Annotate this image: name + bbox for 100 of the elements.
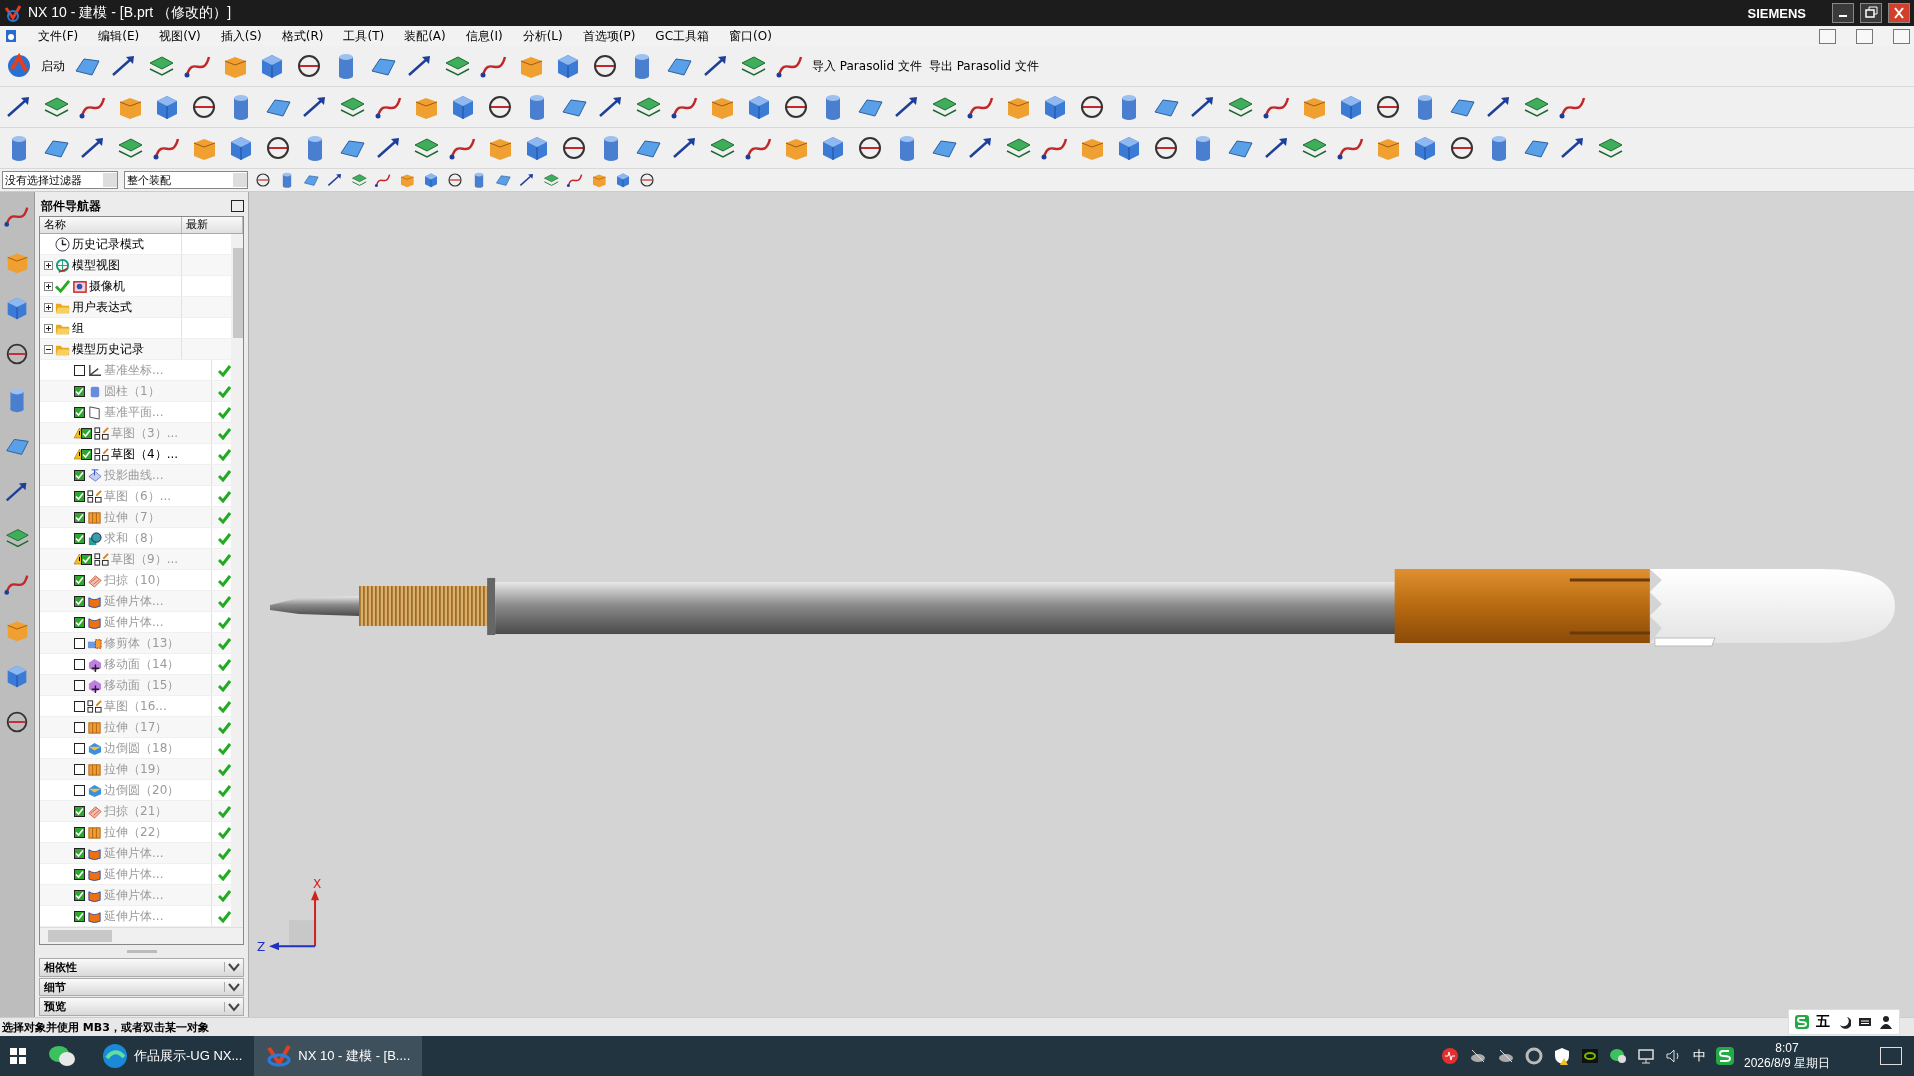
close-button[interactable] bbox=[1888, 3, 1910, 23]
cube-icon[interactable] bbox=[614, 171, 632, 189]
checkbox[interactable] bbox=[81, 553, 92, 565]
arrow-icon[interactable] bbox=[326, 171, 344, 189]
ime-logo-icon[interactable] bbox=[1715, 1047, 1734, 1065]
start-menu[interactable]: 启动 bbox=[41, 57, 65, 75]
circle-icon[interactable] bbox=[638, 171, 656, 189]
circle-icon[interactable] bbox=[254, 171, 272, 189]
checkbox[interactable] bbox=[74, 616, 85, 628]
panel-header[interactable]: 细节 bbox=[39, 977, 244, 997]
menu-item[interactable]: 格式(R) bbox=[281, 27, 324, 45]
menu-item[interactable]: 窗口(O) bbox=[729, 27, 772, 45]
curve-icon bbox=[87, 467, 102, 483]
cloud-icon[interactable] bbox=[1496, 1047, 1515, 1065]
arrow-icon[interactable] bbox=[518, 171, 536, 189]
recorder-icon[interactable] bbox=[1440, 1047, 1459, 1065]
checkbox[interactable] bbox=[74, 574, 85, 586]
panel-header[interactable]: 相依性 bbox=[39, 958, 244, 977]
moon-icon[interactable] bbox=[1837, 1015, 1851, 1029]
expander-toggle[interactable] bbox=[44, 323, 53, 333]
tree-item[interactable]: 摄像机 bbox=[89, 277, 125, 295]
cloud-icon[interactable] bbox=[1468, 1047, 1487, 1065]
expander-toggle[interactable] bbox=[44, 302, 53, 312]
checkbox[interactable] bbox=[74, 784, 85, 796]
pen-model-drawing[interactable] bbox=[270, 569, 1895, 647]
network-icon[interactable] bbox=[1636, 1047, 1655, 1065]
menu-item[interactable]: 编辑(E) bbox=[98, 27, 140, 45]
menu-item[interactable]: 视图(V) bbox=[159, 27, 201, 45]
checkbox[interactable] bbox=[74, 511, 85, 523]
checkbox[interactable] bbox=[74, 889, 85, 901]
column-header[interactable]: 最新 bbox=[182, 217, 243, 234]
restore-button[interactable] bbox=[1856, 28, 1873, 44]
menu-item[interactable]: 信息(I) bbox=[465, 27, 503, 45]
close-button[interactable] bbox=[1893, 28, 1910, 44]
gpu-icon[interactable] bbox=[1580, 1047, 1599, 1065]
taskbar-app[interactable]: 作品展示-UG NX... bbox=[90, 1036, 255, 1076]
checkbox[interactable] bbox=[74, 910, 85, 922]
checkbox[interactable] bbox=[81, 448, 92, 460]
circle-icon[interactable] bbox=[446, 171, 464, 189]
scrollbar[interactable] bbox=[231, 234, 243, 928]
checkbox[interactable] bbox=[74, 406, 85, 418]
checkbox[interactable] bbox=[74, 700, 85, 712]
checkbox[interactable] bbox=[74, 679, 85, 691]
tree-item[interactable]: 组 bbox=[72, 319, 84, 337]
checkbox[interactable] bbox=[74, 763, 85, 775]
checkbox[interactable] bbox=[74, 742, 85, 754]
input-language[interactable]: 中 bbox=[1692, 1047, 1706, 1065]
chat-icon[interactable] bbox=[48, 1044, 76, 1068]
menu-item[interactable]: 首选项(P) bbox=[582, 27, 636, 45]
checkbox[interactable] bbox=[74, 532, 85, 544]
keyboard-icon[interactable] bbox=[1858, 1015, 1872, 1029]
checkbox[interactable] bbox=[74, 868, 85, 880]
expander-toggle[interactable] bbox=[44, 344, 53, 354]
restore-button[interactable] bbox=[1860, 3, 1882, 23]
checkbox[interactable] bbox=[74, 658, 85, 670]
shield-icon[interactable] bbox=[1552, 1047, 1571, 1065]
menu-item[interactable]: 文件(F) bbox=[38, 27, 79, 45]
column-header[interactable]: 名称 bbox=[40, 217, 182, 234]
clock-date[interactable]: 2026/8/9 星期日 bbox=[1743, 1056, 1830, 1071]
checkbox[interactable] bbox=[74, 364, 85, 376]
feature-item[interactable]: 草图（4）... bbox=[111, 445, 179, 463]
checkbox[interactable] bbox=[74, 595, 85, 607]
expander-toggle[interactable] bbox=[44, 281, 53, 291]
filter-dropdown[interactable]: 没有选择过滤器 bbox=[2, 171, 118, 189]
minimize-button[interactable] bbox=[1832, 3, 1854, 23]
taskbar-app[interactable]: NX 10 - 建模 - [B.... bbox=[254, 1036, 423, 1076]
checkbox[interactable] bbox=[74, 385, 85, 397]
clock-time[interactable]: 8:07 bbox=[1775, 1041, 1799, 1056]
checkbox[interactable] bbox=[74, 721, 85, 733]
menu-item[interactable]: GC工具箱 bbox=[655, 27, 710, 45]
chat-icon[interactable] bbox=[1608, 1047, 1627, 1065]
sweep-icon bbox=[87, 572, 102, 588]
menu-item[interactable]: 插入(S) bbox=[220, 27, 262, 45]
menu-item[interactable]: 工具(T) bbox=[343, 27, 385, 45]
ime-toolbar[interactable]: 五 bbox=[1788, 1009, 1900, 1035]
notification-icon[interactable] bbox=[1880, 1047, 1902, 1065]
user-icon[interactable] bbox=[1879, 1015, 1893, 1029]
checkbox[interactable] bbox=[74, 826, 85, 838]
checkbox[interactable] bbox=[81, 427, 92, 439]
import-parasolid-button[interactable]: 导入 Parasolid 文件 bbox=[812, 57, 922, 75]
checkbox[interactable] bbox=[74, 805, 85, 817]
scrollbar[interactable] bbox=[40, 927, 243, 945]
splitter-handle[interactable] bbox=[126, 950, 157, 954]
scope-dropdown[interactable]: 整个装配 bbox=[124, 171, 248, 189]
sketch-icon bbox=[94, 551, 109, 567]
checkbox[interactable] bbox=[74, 469, 85, 481]
export-parasolid-button[interactable]: 导出 Parasolid 文件 bbox=[928, 57, 1039, 75]
menu-item[interactable]: 分析(L) bbox=[522, 27, 563, 45]
menu-item[interactable]: 装配(A) bbox=[404, 27, 446, 45]
checkbox[interactable] bbox=[74, 847, 85, 859]
tree-item[interactable]: 历史记录模式 bbox=[72, 235, 144, 253]
windows-start-icon[interactable] bbox=[10, 1048, 26, 1064]
cube-icon[interactable] bbox=[422, 171, 440, 189]
checkbox[interactable] bbox=[74, 637, 85, 649]
checkbox[interactable] bbox=[74, 490, 85, 502]
panel-header[interactable]: 预览 bbox=[39, 997, 244, 1016]
swirl-icon[interactable] bbox=[1524, 1047, 1543, 1065]
axis-triad bbox=[269, 890, 320, 951]
maximize-button[interactable] bbox=[231, 200, 244, 213]
expander-toggle[interactable] bbox=[44, 260, 53, 270]
